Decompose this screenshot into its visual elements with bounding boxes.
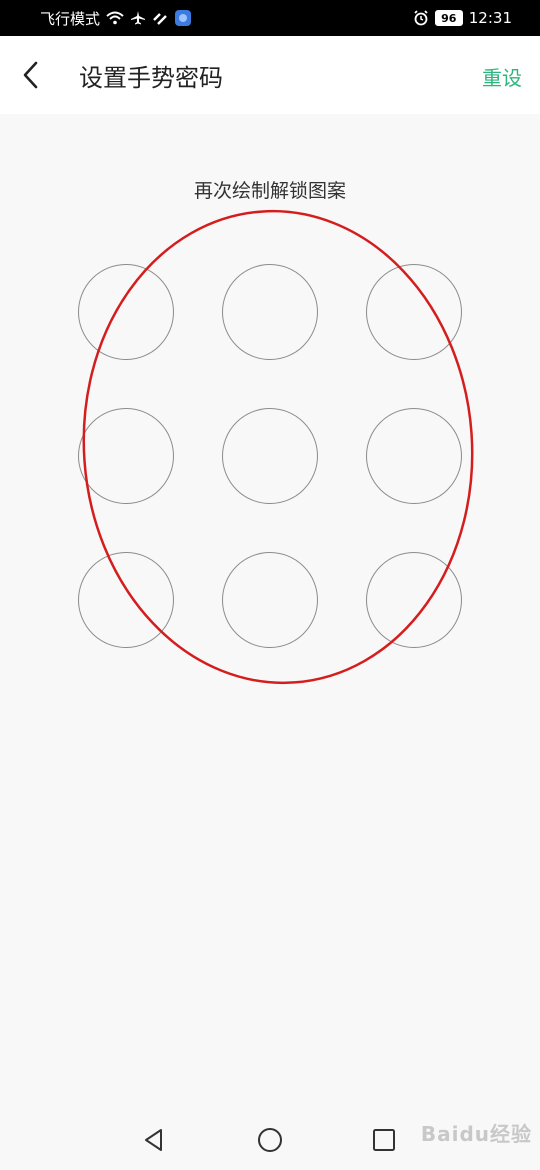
pattern-dot-7[interactable] [78,552,174,648]
pattern-dot-8[interactable] [222,552,318,648]
back-button[interactable] [14,56,46,94]
alarm-icon [413,10,429,26]
nav-home-button[interactable] [254,1124,286,1156]
pattern-dot-3[interactable] [366,264,462,360]
back-triangle-icon [145,1129,162,1151]
pattern-dot-9[interactable] [366,552,462,648]
wifi-icon [106,11,124,25]
status-bar-right: 96 12:31 [413,9,512,27]
pattern-hint: 再次绘制解锁图案 [193,180,346,202]
chevron-left-icon [23,61,38,89]
pattern-dot-6[interactable] [366,408,462,504]
nav-recents-button[interactable] [368,1124,400,1156]
page-title: 设置手势密码 [79,64,223,92]
baidu-watermark: Baidu经验 [420,1122,532,1146]
status-time: 12:31 [468,9,512,27]
nav-back-button[interactable] [138,1124,170,1156]
recents-square-icon [373,1129,395,1151]
airplane-icon [130,10,146,26]
airplane-mode-label: 飞行模式 [40,9,101,28]
battery-icon: 96 [434,10,463,26]
signal-icon [152,10,168,26]
reset-button[interactable]: 重设 [482,62,522,91]
status-bar-left: 飞行模式 [40,8,192,29]
home-circle-icon [258,1128,282,1152]
app-notification-icon [174,9,192,27]
pattern-dot-4[interactable] [78,408,174,504]
pattern-dot-5[interactable] [222,408,318,504]
pattern-dot-1[interactable] [78,264,174,360]
pattern-dot-2[interactable] [222,264,318,360]
app-header: 设置手势密码 重设 [0,36,540,114]
status-bar: 飞行模式 96 12:31 [0,0,540,36]
